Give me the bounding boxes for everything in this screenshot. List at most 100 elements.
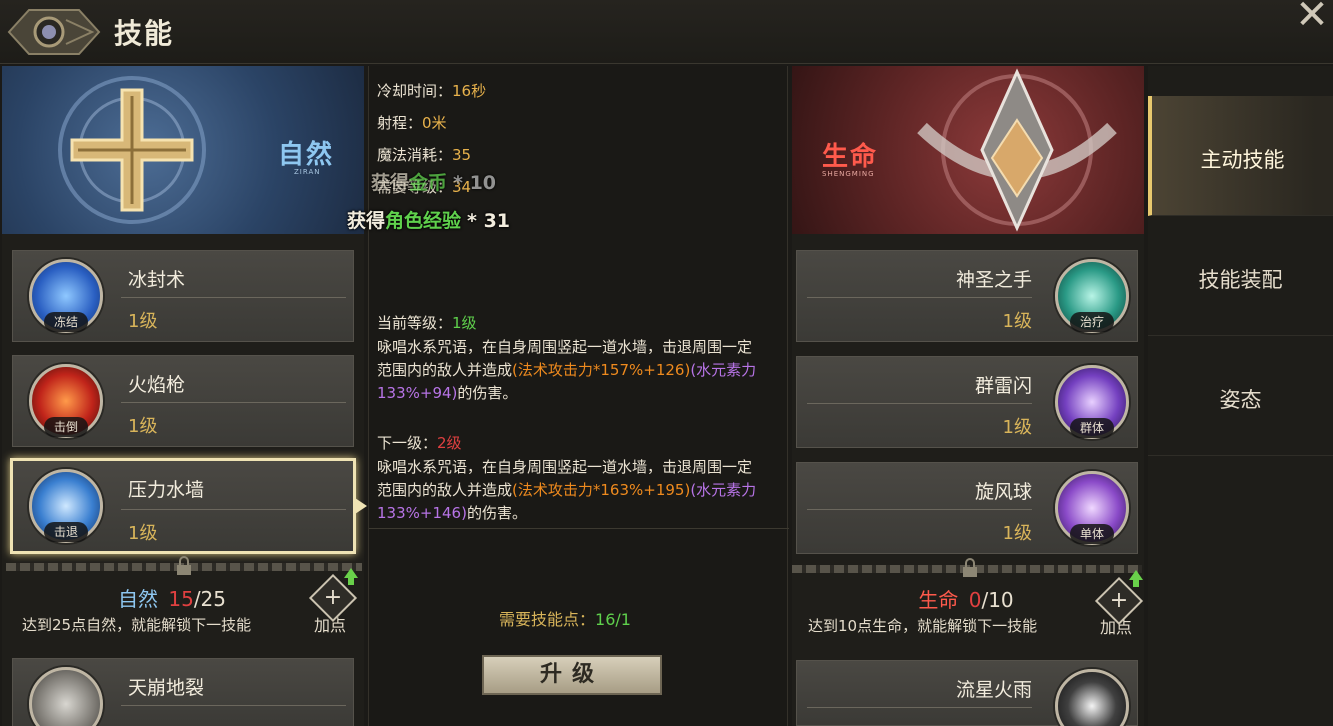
tab-label: 技能装配	[1198, 268, 1283, 292]
detail-separator	[369, 528, 789, 529]
current-desc-spell-damage: (法术攻击力*157%+126)	[512, 361, 691, 379]
points-current: 15	[168, 587, 194, 611]
current-level-value: 1级	[452, 314, 477, 332]
range-value: 0米	[422, 114, 447, 132]
skill-card-holy-hand[interactable]: 神圣之手 1级 治疗	[796, 250, 1138, 342]
lock-icon	[177, 556, 191, 575]
skill-name: 旋风球	[974, 481, 1032, 503]
whirlwind-icon: 单体	[1055, 471, 1129, 545]
divider	[121, 297, 346, 298]
life-points: 生命 0/10	[876, 584, 1056, 613]
divider	[807, 707, 1032, 708]
tab-label: 主动技能	[1200, 148, 1285, 172]
nature-banner-sub: ZIRAN	[294, 168, 321, 176]
points-label: 自然	[118, 587, 158, 611]
current-level-row: 当前等级：1级	[377, 312, 477, 333]
life-crystal-icon	[917, 68, 1117, 232]
skill-name: 群雷闪	[974, 375, 1032, 397]
meteor-shower-icon	[1055, 669, 1129, 726]
mana-label: 魔法消耗：	[377, 146, 453, 164]
skill-name: 压力水墙	[128, 479, 205, 501]
gold-reward-item: 金币	[409, 172, 448, 194]
skill-name: 神圣之手	[955, 269, 1032, 291]
skill-level: 1级	[1002, 311, 1032, 332]
holy-hand-icon: 治疗	[1055, 259, 1129, 333]
upgrade-button[interactable]: 升级	[482, 655, 662, 695]
tab-skill-loadout[interactable]: 技能装配	[1148, 216, 1333, 336]
skill-name: 冰封术	[128, 269, 186, 291]
fire-lance-icon: 击倒	[29, 364, 103, 438]
points-label: 生命	[918, 588, 959, 612]
skill-card-pressure-water-wall[interactable]: 击退 压力水墙 1级	[10, 458, 356, 554]
points-total: /10	[981, 588, 1014, 612]
skill-name: 火焰枪	[128, 374, 186, 396]
exp-reward-value: * 31	[467, 210, 511, 232]
gold-reward-value: * 10	[453, 172, 497, 194]
skill-level: 1级	[128, 416, 158, 437]
close-icon: ✕	[1295, 0, 1329, 38]
cooldown-value: 16秒	[452, 82, 487, 100]
selection-pointer-icon	[355, 498, 367, 514]
life-banner-label: 生命	[822, 142, 879, 172]
upgrade-arrow-stem	[348, 577, 354, 585]
divider	[121, 705, 346, 706]
exp-reward-item: 角色经验	[385, 210, 462, 232]
required-skill-points-value: 16/1	[595, 610, 631, 629]
required-skill-points: 需要技能点：16/1	[499, 606, 631, 630]
water-wall-icon: 击退	[29, 469, 103, 543]
current-level-description: 咏唱水系咒语，在自身周围竖起一道水墙，击退周围一定范围内的敌人并造成(法术攻击力…	[377, 336, 757, 405]
next-level-description: 咏唱水系咒语，在自身周围竖起一道水墙，击退周围一定范围内的敌人并造成(法术攻击力…	[377, 456, 757, 520]
skill-card-locked[interactable]: 流星火雨	[796, 660, 1138, 726]
lightning-icon: 群体	[1055, 365, 1129, 439]
skill-detail-panel: 冷却时间：16秒 射程：0米 魔法消耗：35 需要等级：34 获得金币 * 10 …	[347, 66, 789, 726]
tab-label: 姿态	[1219, 388, 1262, 412]
plus-icon: +	[323, 585, 343, 610]
cooldown-row: 冷却时间：16秒	[377, 80, 486, 101]
skill-tabs: 主动技能 技能装配 姿态	[1148, 66, 1333, 726]
next-desc-spell-damage: (法术攻击力*163%+195)	[512, 481, 691, 499]
earthquake-icon	[29, 667, 103, 726]
required-skill-points-label: 需要技能点：	[499, 610, 596, 629]
skill-level: 1级	[128, 311, 158, 332]
skill-tag: 治疗	[1070, 312, 1114, 332]
divider	[807, 403, 1032, 404]
nature-skill-column: 自然 ZIRAN 冻结 冰封术 1级 击倒 火焰枪 1级 击退 压力水墙 1级 …	[2, 66, 367, 726]
divider	[807, 297, 1032, 298]
skill-emblem-icon	[7, 9, 101, 55]
skill-card-whirlwind-orb[interactable]: 旋风球 1级 单体	[796, 462, 1138, 554]
range-label: 射程：	[377, 114, 423, 132]
divider	[807, 509, 1032, 510]
exp-reward-popup: 获得角色经验 * 31	[347, 206, 510, 233]
points-current: 0	[968, 588, 982, 612]
skill-name: 天崩地裂	[128, 677, 205, 699]
current-level-label: 当前等级：	[377, 314, 453, 332]
plus-icon: +	[1109, 588, 1129, 613]
life-banner-sub: SHENGMING	[822, 170, 875, 178]
skill-name: 流星火雨	[955, 679, 1032, 701]
gold-reward-popup: 获得金币 * 10	[371, 168, 496, 195]
skill-tag: 单体	[1070, 524, 1114, 544]
gold-reward-prefix: 获得	[371, 172, 410, 194]
skill-tag: 击退	[44, 522, 88, 542]
ice-seal-icon: 冻结	[29, 259, 103, 333]
unlock-hint: 达到25点自然，就能解锁下一技能	[22, 616, 252, 634]
close-button[interactable]: ✕	[1291, 0, 1333, 36]
divider	[121, 402, 346, 403]
next-level-label: 下一级：	[377, 434, 438, 452]
life-banner: 生命 SHENGMING	[792, 66, 1144, 234]
range-row: 射程：0米	[377, 112, 447, 133]
tab-active-skills[interactable]: 主动技能	[1148, 96, 1333, 216]
add-point-label: 加点	[314, 616, 347, 635]
skill-card-ice-seal[interactable]: 冻结 冰封术 1级	[12, 250, 354, 342]
skill-tag: 冻结	[44, 312, 88, 332]
next-level-value: 2级	[437, 434, 462, 452]
skill-card-chain-lightning[interactable]: 群雷闪 1级 群体	[796, 356, 1138, 448]
mana-value: 35	[452, 146, 472, 164]
next-desc-end: 的伤害。	[466, 504, 527, 520]
skill-level: 1级	[128, 523, 158, 544]
skill-card-fire-lance[interactable]: 击倒 火焰枪 1级	[12, 355, 354, 447]
tab-stance[interactable]: 姿态	[1148, 336, 1333, 456]
skill-card-locked[interactable]: 天崩地裂	[12, 658, 354, 726]
lock-icon	[963, 558, 977, 577]
nature-points: 自然 15/25	[82, 583, 262, 612]
